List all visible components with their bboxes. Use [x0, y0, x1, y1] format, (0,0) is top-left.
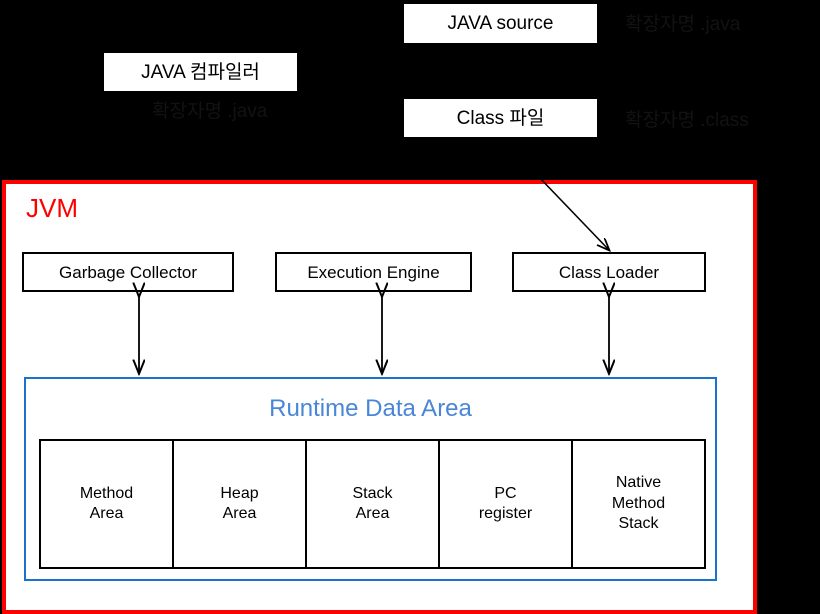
- java-source-label: JAVA source: [447, 13, 554, 34]
- java-compiler-box: JAVA 컴파일러: [103, 52, 298, 92]
- execution-engine-box: Execution Engine: [275, 252, 472, 292]
- garbage-collector-label: Garbage Collector: [59, 262, 197, 282]
- java-compiler-note: 확장자명 .java: [152, 101, 268, 122]
- memory-cell-line1: Stack: [352, 484, 393, 502]
- runtime-data-area-container: Runtime Data Area Method Area Heap Area …: [24, 377, 717, 581]
- diagram-canvas: JAVA 컴파일러 확장자명 .java JAVA source 확장자명 .j…: [0, 0, 820, 614]
- runtime-data-area-cells: Method Area Heap Area Stack Area PC regi…: [39, 439, 706, 569]
- java-compiler-label: JAVA 컴파일러: [141, 61, 260, 83]
- memory-cell-line1: Method: [79, 484, 134, 502]
- jvm-title: JVM: [26, 193, 78, 223]
- memory-cell-stack-area: Stack Area: [307, 441, 440, 567]
- runtime-data-area-title: Runtime Data Area: [269, 395, 472, 422]
- java-source-note: 확장자명 .java: [625, 14, 741, 35]
- memory-cell-line3: Stack: [618, 515, 659, 533]
- memory-cell-line2: Area: [89, 505, 124, 522]
- memory-cell-line1: Native: [615, 474, 662, 492]
- memory-cell-pc-register: PC register: [440, 441, 573, 567]
- class-file-label: Class 파일: [456, 107, 545, 129]
- memory-cell-native-method-stack: Native Method Stack: [573, 441, 704, 567]
- class-loader-label: Class Loader: [558, 262, 660, 282]
- execution-engine-label: Execution Engine: [307, 262, 440, 282]
- garbage-collector-box: Garbage Collector: [22, 252, 234, 292]
- class-loader-box: Class Loader: [512, 252, 706, 292]
- memory-cell-heap-area: Heap Area: [174, 441, 307, 567]
- memory-cell-line1: Heap: [220, 484, 259, 502]
- memory-cell-line2: Area: [355, 505, 390, 522]
- class-file-box: Class 파일: [403, 98, 598, 138]
- memory-cell-line2: Area: [222, 505, 257, 522]
- class-file-note: 확장자명 .class: [625, 110, 749, 131]
- memory-cell-method-area: Method Area: [41, 441, 174, 567]
- memory-cell-line2: Method: [611, 494, 666, 512]
- memory-cell-line2: register: [478, 505, 533, 522]
- memory-cell-line1: PC: [494, 484, 517, 502]
- java-source-box: JAVA source: [403, 3, 598, 44]
